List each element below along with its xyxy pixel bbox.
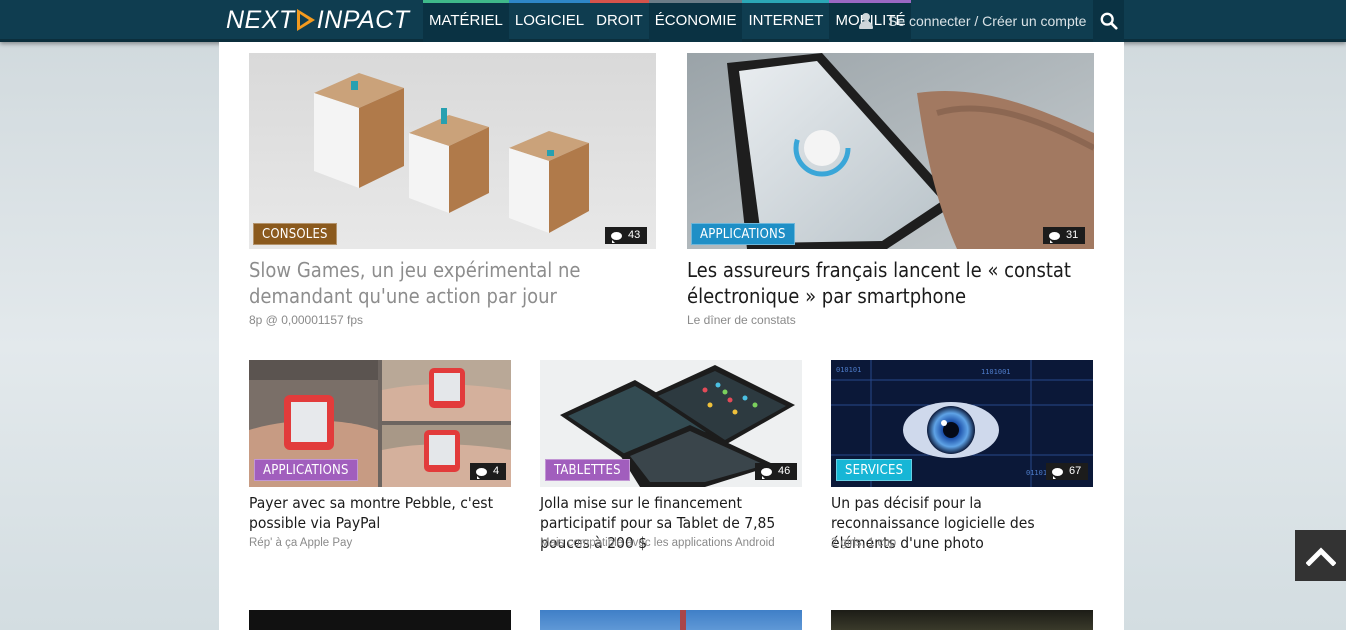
nav-item-materiel[interactable]: MATÉRIEL [423,0,509,42]
search-button[interactable] [1093,0,1124,42]
comment-count[interactable]: 67 [1046,463,1089,480]
play-triangle-icon [296,9,315,31]
nav-item-internet[interactable]: INTERNET [742,0,830,42]
svg-text:010101: 010101 [836,366,861,374]
comment-count-value: 43 [628,229,641,241]
comment-bubble-icon [611,231,622,243]
site-logo[interactable]: NEXT INPACT [226,6,410,34]
article-subtitle: Le dîner de constats [687,313,796,327]
article-title[interactable]: Les assureurs français lancent le « cons… [687,257,1094,309]
comment-count[interactable]: 46 [755,463,798,480]
category-tag[interactable]: CONSOLES [253,223,337,245]
nav-item-logiciel[interactable]: LOGICIEL [508,0,591,42]
article-thumbnail[interactable] [831,610,1093,630]
article-thumbnail[interactable] [249,53,656,249]
article-card: TABLETTES 46 Jolla mise sur le financeme… [540,360,802,560]
article-thumbnail[interactable] [687,53,1094,249]
article-card: APPLICATIONS 4 Payer avec sa montre Pebb… [249,360,511,560]
category-tag[interactable]: APPLICATIONS [254,459,358,481]
article-title[interactable]: Payer avec sa montre Pebble, c'est possi… [249,493,511,533]
category-tag[interactable]: TABLETTES [545,459,630,481]
comment-count[interactable]: 43 [605,227,648,244]
article-subtitle: 8p @ 0,00001157 fps [249,313,364,327]
article-subtitle: 2 girls, 1 cup [831,537,897,549]
nav-item-economie[interactable]: ÉCONOMIE [648,0,743,42]
comment-count-value: 46 [778,465,791,477]
article-card: 0101011101001100110011010 SERVICES 67 Un… [831,360,1093,560]
comment-count-value: 4 [493,465,500,477]
article-title[interactable]: Slow Games, un jeu expérimental ne deman… [249,257,656,309]
back-to-top-button[interactable] [1295,530,1346,581]
main-nav: MATÉRIEL LOGICIEL DROIT ÉCONOMIE INTERNE… [423,0,912,42]
comment-count[interactable]: 31 [1043,227,1086,244]
comment-count[interactable]: 4 [470,463,507,480]
comment-bubble-icon [1049,231,1060,243]
search-icon [1100,12,1118,30]
comment-count-value: 67 [1069,465,1082,477]
article-thumbnail[interactable] [540,610,802,630]
top-navigation-bar: NEXT INPACT MATÉRIEL LOGICIEL DROIT ÉCON… [0,0,1346,42]
comment-bubble-icon [476,467,487,479]
account-area: Se connecter / Créer un compte [858,0,1086,42]
comment-bubble-icon [1052,467,1063,479]
logo-text-right: INPACT [316,5,410,34]
featured-article-card: CONSOLES 43 Slow Games, un jeu expérimen… [249,53,656,333]
chevron-up-icon [1305,546,1336,566]
nav-item-droit[interactable]: DROIT [590,0,649,42]
comment-bubble-icon [761,467,772,479]
article-subtitle: Mais compatible avec les applications An… [540,537,775,549]
category-tag[interactable]: APPLICATIONS [691,223,795,245]
comment-count-value: 31 [1066,229,1079,241]
featured-article-card: APPLICATIONS 31 Les assureurs français l… [687,53,1094,333]
logo-text-left: NEXT [226,5,295,34]
article-subtitle: Rép' à ça Apple Pay [249,537,353,549]
main-content: CONSOLES 43 Slow Games, un jeu expérimen… [219,42,1124,630]
category-tag[interactable]: SERVICES [836,459,913,481]
article-thumbnail[interactable] [249,610,511,630]
login-link[interactable]: Se connecter / Créer un compte [888,13,1086,29]
svg-text:1101001: 1101001 [981,368,1011,376]
user-icon [858,13,874,29]
